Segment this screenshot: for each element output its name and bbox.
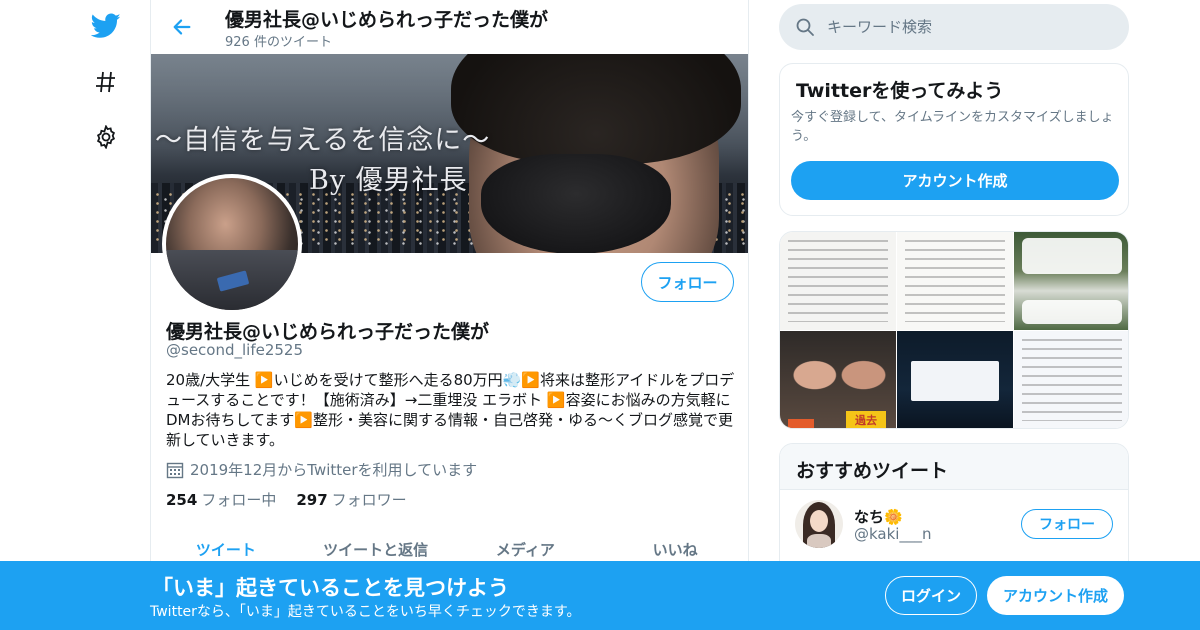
signup-card: Twitterを使ってみよう 今すぐ登録して、タイムラインをカスタマイズしましょ… xyxy=(779,63,1129,216)
hashtag-glyph xyxy=(96,71,115,93)
profile-name: 優男社長@いじめられっ子だった僕が xyxy=(166,321,490,343)
profile-header-bar: 優男社長@いじめられっ子だった僕が 926 件のツイート xyxy=(151,0,748,54)
header-title: 優男社長@いじめられっ子だった僕が xyxy=(225,9,549,31)
following-stat[interactable]: 254 フォロー中 xyxy=(166,489,276,510)
back-arrow-icon[interactable] xyxy=(167,12,197,42)
media-tile[interactable] xyxy=(1014,232,1128,330)
search-box xyxy=(779,4,1129,50)
bottom-banner-text: Twitterなら、「いま」起きていることをいち早くチェックできます。 xyxy=(150,604,581,620)
gear-icon[interactable] xyxy=(86,117,126,157)
following-count: 254 xyxy=(166,491,198,509)
recommended-user-handle: @kaki___n xyxy=(854,525,932,543)
search-icon xyxy=(796,18,814,36)
media-tile[interactable] xyxy=(897,331,1013,428)
back-arrow-glyph xyxy=(173,19,191,35)
gear-glyph xyxy=(96,125,116,149)
banner-person-hair xyxy=(451,54,741,164)
bottom-signup-banner: 「いま」起きていることを見つけよう Twitterなら、「いま」起きていることを… xyxy=(0,561,1200,630)
recommend-header: おすすめツイート xyxy=(780,444,1128,490)
follow-button[interactable]: フォロー xyxy=(641,262,734,302)
create-account-button[interactable]: アカウント作成 xyxy=(791,161,1119,200)
slide-preview xyxy=(911,361,999,401)
banner-tagline: 〜自信を与えるを信念に〜 xyxy=(155,125,491,156)
tile-tag: 過去 xyxy=(846,411,886,428)
profile-bio: 20歳/大学生 ▶️いじめを受けて整形へ走る80万円💨▶️将来は整形アイドルをプ… xyxy=(166,371,735,449)
media-tile[interactable] xyxy=(780,232,896,330)
media-preview-card: 過去 xyxy=(779,231,1129,429)
media-tile[interactable]: 過去 xyxy=(780,331,896,428)
media-tile[interactable] xyxy=(1014,331,1128,428)
following-label: フォロー中 xyxy=(201,491,277,509)
twitter-bird-icon[interactable] xyxy=(86,6,126,46)
avatar-face xyxy=(810,510,828,532)
profile-avatar[interactable] xyxy=(162,174,302,314)
followers-count: 297 xyxy=(296,491,328,509)
login-button[interactable]: ログイン xyxy=(885,576,977,615)
signup-button[interactable]: アカウント作成 xyxy=(987,576,1124,615)
signup-text: 今すぐ登録して、タイムラインをカスタマイズしましょう。 xyxy=(791,110,1114,144)
profile-stats: 254 フォロー中 297 フォロワー xyxy=(166,489,407,510)
tile-text-lines xyxy=(1022,339,1122,421)
avatar-body xyxy=(807,534,831,548)
tile-text-lines xyxy=(788,240,888,322)
hashtag-icon[interactable] xyxy=(86,62,126,102)
joined-text: 2019年12月からTwitterを利用しています xyxy=(190,461,478,479)
calendar-icon xyxy=(166,462,184,478)
tile-label-strip xyxy=(788,419,814,428)
media-tile[interactable] xyxy=(897,232,1013,330)
left-nav xyxy=(80,0,132,630)
tile-text-lines xyxy=(905,240,1005,322)
tweet-count: 926 件のツイート xyxy=(225,35,332,50)
media-grid: 過去 xyxy=(780,232,1128,428)
recommended-follow-button[interactable]: フォロー xyxy=(1021,509,1113,539)
twitter-bird-glyph xyxy=(91,13,121,38)
followers-stat[interactable]: 297 フォロワー xyxy=(296,489,406,510)
followers-label: フォロワー xyxy=(331,491,407,509)
bottom-banner-title: 「いま」起きていることを見つけよう xyxy=(152,576,509,600)
recommend-title: おすすめツイート xyxy=(796,460,949,482)
search-input[interactable] xyxy=(827,18,1107,36)
banner-byline: By 優男社長 xyxy=(309,165,468,196)
recommended-user-name[interactable]: なち🌼 xyxy=(854,506,903,527)
signup-title: Twitterを使ってみよう xyxy=(796,80,1004,102)
profile-column: 優男社長@いじめられっ子だった僕が 926 件のツイート 〜自信を与えるを信念に… xyxy=(150,0,749,630)
chat-bubble xyxy=(1022,238,1122,274)
profile-handle: @second_life2525 xyxy=(166,341,304,359)
chat-bubble xyxy=(1022,300,1122,324)
page: 優男社長@いじめられっ子だった僕が 926 件のツイート 〜自信を与えるを信念に… xyxy=(0,0,1200,630)
profile-joined: 2019年12月からTwitterを利用しています xyxy=(166,459,477,480)
banner-face-mask xyxy=(481,154,671,253)
avatar[interactable] xyxy=(795,500,843,548)
